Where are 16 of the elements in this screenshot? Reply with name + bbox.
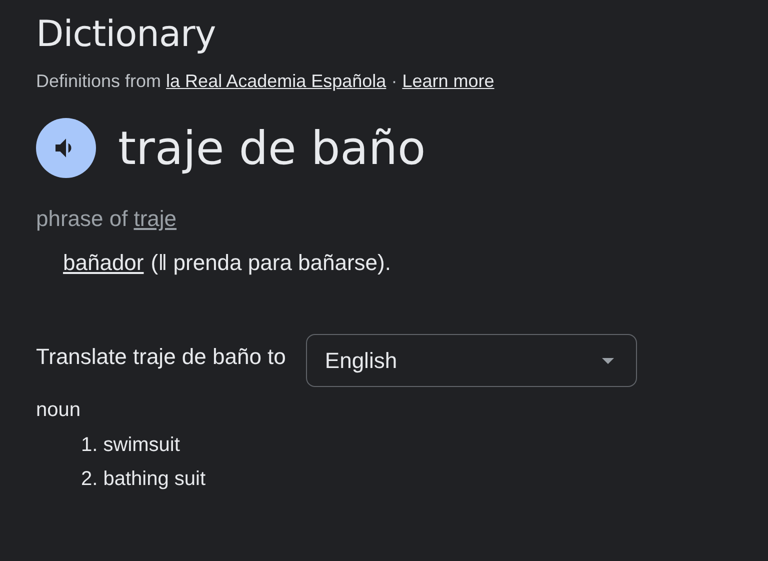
section-title: Dictionary xyxy=(36,14,217,55)
learn-more-link[interactable]: Learn more xyxy=(402,71,494,92)
translate-label: Translate traje de baño to xyxy=(36,344,286,370)
language-dropdown[interactable]: English xyxy=(306,334,637,387)
definition-text: (‖ prenda para bañarse). xyxy=(150,250,391,276)
headword: traje de baño xyxy=(118,121,426,175)
source-label: Definitions from xyxy=(36,71,162,92)
root-word-link[interactable]: traje xyxy=(134,206,177,232)
phrase-label: phrase of xyxy=(36,206,128,232)
part-of-speech: noun xyxy=(36,399,82,422)
translation-item: 1. swimsuit xyxy=(81,434,181,457)
caret-icon xyxy=(602,358,614,364)
source-link[interactable]: la Real Academia Española xyxy=(166,71,386,92)
synonym-link[interactable]: bañador xyxy=(63,250,144,276)
translation-item: 2. bathing suit xyxy=(81,468,207,491)
separator: · xyxy=(391,71,398,92)
